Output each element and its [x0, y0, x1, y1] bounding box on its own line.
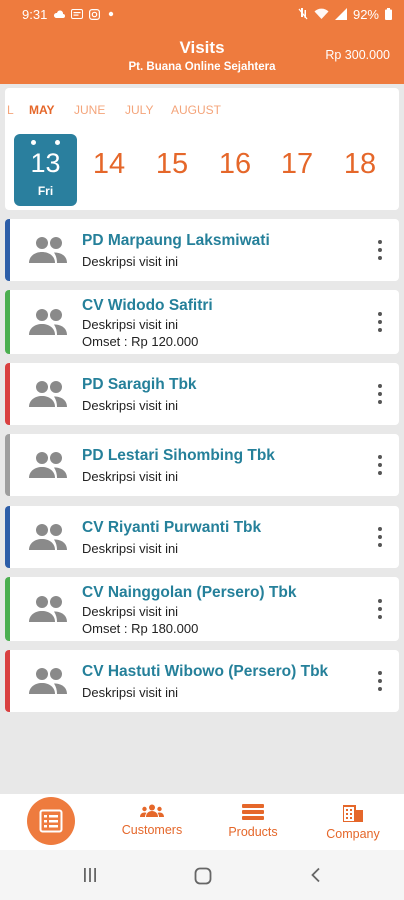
company-icon: [343, 805, 363, 822]
visit-omset: Omset : Rp 120.000: [82, 334, 199, 349]
people-icon: [29, 596, 67, 622]
status-bar: 9:31 92%: [0, 0, 404, 28]
products-icon: [242, 804, 264, 820]
people-icon: [29, 237, 67, 263]
people-icon: [29, 381, 67, 407]
instagram-icon: [89, 8, 101, 20]
more-vert-icon[interactable]: [375, 311, 385, 333]
visit-card[interactable]: CV Widodo Safitri Deskripsi visit ini Om…: [5, 290, 399, 354]
visit-card[interactable]: PD Marpaung Laksmiwati Deskripsi visit i…: [5, 219, 399, 281]
more-vert-icon[interactable]: [375, 383, 385, 405]
total-amount: Rp 300.000: [325, 48, 390, 62]
battery-icon: [385, 8, 392, 20]
recent-apps-icon[interactable]: [82, 867, 98, 883]
app-bar: Visits Pt. Buana Online Sejahtera Rp 300…: [0, 28, 404, 84]
selected-day-number: 13: [30, 148, 61, 178]
visit-name: PD Marpaung Laksmiwati: [82, 232, 270, 249]
home-icon[interactable]: [194, 867, 212, 885]
more-vert-icon[interactable]: [375, 239, 385, 261]
nav-company-label: Company: [326, 827, 380, 841]
more-vert-icon[interactable]: [375, 454, 385, 476]
status-bar-indicator: [5, 577, 10, 641]
event-dots: [14, 140, 77, 146]
mute-icon: [298, 8, 308, 20]
status-bar-indicator: [5, 290, 10, 354]
visit-description: Deskripsi visit ini: [82, 541, 179, 556]
visit-description: Deskripsi visit ini: [82, 469, 179, 484]
visit-card[interactable]: PD Lestari Sihombing Tbk Deskripsi visit…: [5, 434, 399, 496]
visit-card[interactable]: CV Nainggolan (Persero) Tbk Deskripsi vi…: [5, 577, 399, 641]
month-tab[interactable]: L: [7, 103, 14, 117]
day-item[interactable]: 14: [84, 148, 134, 181]
visit-name: CV Nainggolan (Persero) Tbk: [82, 584, 297, 601]
visit-omset: Omset : Rp 180.000: [82, 621, 199, 636]
visit-description: Deskripsi visit ini: [82, 398, 179, 413]
visit-name: CV Hastuti Wibowo (Persero) Tbk: [82, 663, 329, 680]
month-tab[interactable]: AUGUST: [171, 103, 221, 117]
visit-description: Deskripsi visit ini: [82, 604, 179, 619]
visit-name: CV Riyanti Purwanti Tbk: [82, 519, 262, 536]
cloud-icon: [54, 9, 66, 18]
month-tab[interactable]: JUNE: [74, 103, 105, 117]
people-icon: [29, 309, 67, 335]
wifi-icon: [314, 8, 329, 19]
status-bar-indicator: [5, 434, 10, 496]
signal-icon: [334, 8, 347, 20]
nav-products-label: Products: [228, 825, 278, 839]
status-bar-indicator: [5, 363, 10, 425]
status-bar-indicator: [5, 650, 10, 712]
more-vert-icon[interactable]: [375, 670, 385, 692]
dot-icon: [109, 11, 114, 17]
nav-customers[interactable]: Customers: [107, 804, 197, 837]
list-icon: [39, 809, 63, 833]
day-item[interactable]: 15: [147, 148, 197, 181]
date-picker: L MAY JUNE JULY AUGUST 13 Fri 14 15 16 1…: [5, 88, 399, 210]
month-strip: L MAY JUNE JULY AUGUST: [5, 103, 399, 119]
day-item[interactable]: 16: [210, 148, 260, 181]
people-icon: [29, 452, 67, 478]
selected-day[interactable]: 13 Fri: [14, 134, 77, 206]
month-tab-active[interactable]: MAY: [29, 103, 55, 117]
month-tab[interactable]: JULY: [125, 103, 153, 117]
visit-name: PD Saragih Tbk: [82, 376, 197, 393]
nav-company[interactable]: Company: [308, 804, 398, 841]
people-icon: [29, 524, 67, 550]
visit-card[interactable]: PD Saragih Tbk Deskripsi visit ini: [5, 363, 399, 425]
people-icon: [29, 668, 67, 694]
more-vert-icon[interactable]: [375, 526, 385, 548]
status-time: 9:31: [22, 6, 48, 22]
visit-description: Deskripsi visit ini: [82, 317, 179, 332]
day-item[interactable]: 18: [335, 148, 385, 181]
nav-customers-label: Customers: [121, 823, 183, 837]
visit-card[interactable]: CV Riyanti Purwanti Tbk Deskripsi visit …: [5, 506, 399, 568]
customers-icon: [140, 804, 164, 817]
visit-card[interactable]: CV Hastuti Wibowo (Persero) Tbk Deskrips…: [5, 650, 399, 712]
message-icon: [71, 9, 84, 19]
visit-description: Deskripsi visit ini: [82, 254, 179, 269]
status-bar-indicator: [5, 506, 10, 568]
bottom-navigation: Customers Products Company: [0, 794, 404, 850]
visit-name: CV Widodo Safitri: [82, 297, 213, 314]
visit-name: PD Lestari Sihombing Tbk: [82, 447, 275, 464]
nav-products[interactable]: Products: [208, 804, 298, 839]
selected-day-weekday: Fri: [37, 184, 54, 198]
battery-percent: 92%: [352, 6, 379, 22]
more-vert-icon[interactable]: [375, 598, 385, 620]
visit-description: Deskripsi visit ini: [82, 685, 179, 700]
company-subtitle: Pt. Buana Online Sejahtera: [128, 61, 276, 73]
visits-fab-button[interactable]: [27, 797, 75, 845]
system-navigation-bar: [0, 850, 404, 900]
status-bar-indicator: [5, 219, 10, 281]
back-icon[interactable]: [310, 867, 322, 883]
day-item[interactable]: 17: [272, 148, 322, 181]
